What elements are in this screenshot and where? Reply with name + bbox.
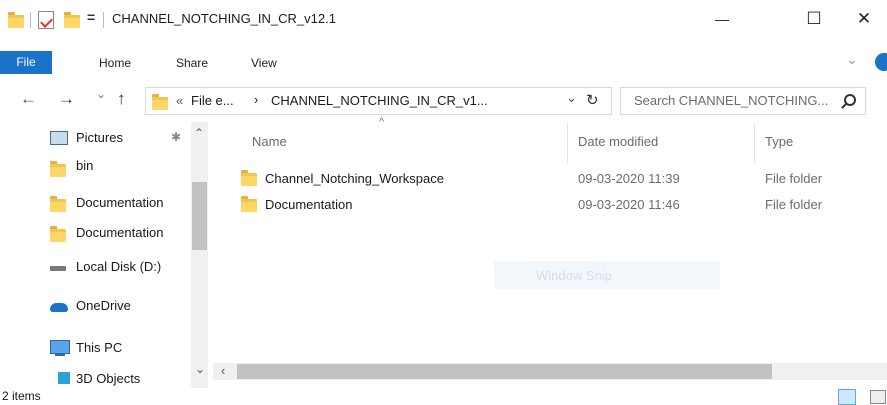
address-dropdown-icon[interactable]: ⌄: [566, 90, 577, 106]
nav-scrollbar[interactable]: ⌃ ⌄: [191, 122, 208, 390]
horizontal-scrollbar-thumb[interactable]: [237, 364, 772, 379]
nav-item-label: bin: [76, 158, 94, 173]
pc-icon: [50, 340, 70, 354]
nav-item-label: Documentation: [76, 195, 164, 210]
pictures-icon: [50, 131, 68, 145]
qat-divider: [30, 12, 31, 28]
maximize-button[interactable]: ☐: [791, 0, 837, 38]
nav-item-documentation-2[interactable]: Documentation: [0, 219, 190, 247]
row-date: 09-03-2020 11:39: [578, 171, 680, 186]
new-folder-icon[interactable]: [64, 12, 80, 28]
nav-item-label: OneDrive: [76, 298, 131, 313]
help-icon[interactable]: [875, 53, 887, 71]
ribbon-tabs: File Home Share View ⌄: [0, 50, 887, 76]
address-field[interactable]: « File e... › CHANNEL_NOTCHING_IN_CR_v1.…: [145, 87, 612, 115]
pin-icon[interactable]: ✱: [171, 130, 181, 144]
row-date: 09-03-2020 11:46: [578, 197, 680, 212]
search-icon-handle: [841, 103, 847, 109]
nav-item-label: Pictures: [76, 130, 123, 145]
path-overflow-icon[interactable]: «: [176, 93, 183, 108]
pc-stand: [55, 354, 65, 356]
column-header-name[interactable]: Name: [252, 134, 287, 149]
folder-icon: [241, 170, 257, 186]
breadcrumb-file-explorer[interactable]: File e...: [191, 93, 234, 108]
scroll-down-arrow[interactable]: ⌄: [195, 362, 205, 376]
nav-scrollbar-thumb[interactable]: [192, 182, 207, 250]
navigation-bar: ← → ⌄ ↑ « File e... › CHANNEL_NOTCHING_I…: [0, 84, 887, 116]
folder-icon: [50, 196, 66, 212]
window-snip-label: Window Snip: [536, 268, 612, 283]
nav-item-label: 3D Objects: [76, 371, 141, 386]
folder-icon: [50, 161, 66, 177]
item-count: 2 items: [2, 389, 41, 403]
window-folder-icon: [8, 12, 24, 28]
row-type: File folder: [765, 171, 823, 186]
navigation-pane: Pictures ✱ bin Documentation Documentati…: [0, 122, 212, 390]
nav-item-local-disk[interactable]: Local Disk (D:): [0, 252, 190, 280]
nav-item-bin[interactable]: bin: [0, 152, 190, 180]
row-type: File folder: [765, 197, 823, 212]
up-button[interactable]: ↑: [117, 89, 126, 109]
close-button[interactable]: ✕: [841, 0, 887, 38]
3d-objects-icon: [58, 372, 70, 384]
tab-share[interactable]: Share: [176, 53, 208, 74]
recent-locations-button[interactable]: ⌄: [96, 87, 106, 101]
column-header-type[interactable]: Type: [765, 134, 793, 149]
folder-icon: [241, 196, 257, 212]
row-name: Documentation: [265, 197, 353, 212]
properties-icon[interactable]: [38, 11, 54, 29]
nav-item-documentation[interactable]: Documentation: [0, 189, 190, 217]
column-header-date-modified[interactable]: Date modified: [578, 134, 658, 149]
forward-button[interactable]: →: [58, 89, 75, 109]
back-button[interactable]: ←: [20, 89, 37, 109]
search-input[interactable]: Search CHANNEL_NOTCHING...: [634, 93, 828, 108]
nav-item-label: Local Disk (D:): [76, 259, 162, 274]
nav-item-pictures[interactable]: Pictures ✱: [0, 122, 190, 152]
title-divider: [103, 12, 104, 28]
breadcrumb-separator[interactable]: ›: [254, 92, 258, 107]
row-name: Channel_Notching_Workspace: [265, 171, 444, 186]
table-row[interactable]: Channel_Notching_Workspace 09-03-2020 11…: [233, 166, 873, 190]
column-divider[interactable]: [567, 123, 568, 163]
large-icons-view-button[interactable]: [870, 390, 886, 404]
tab-home[interactable]: Home: [99, 53, 131, 74]
breadcrumb-current-folder[interactable]: CHANNEL_NOTCHING_IN_CR_v1...: [271, 93, 488, 108]
details-view-button[interactable]: [838, 389, 856, 405]
ribbon-expand-icon[interactable]: ⌄: [846, 51, 858, 68]
horizontal-scrollbar[interactable]: ‹: [213, 363, 887, 380]
address-folder-icon: [152, 94, 168, 110]
sort-arrow-icon: ^: [379, 116, 385, 128]
refresh-icon[interactable]: ↻: [586, 91, 599, 109]
nav-item-label: This PC: [76, 340, 123, 355]
qat-dropdown-icon[interactable]: =: [87, 9, 95, 25]
window-title: CHANNEL_NOTCHING_IN_CR_v12.1: [112, 11, 336, 26]
onedrive-icon: [50, 303, 68, 312]
tab-file[interactable]: File: [0, 51, 52, 74]
window-snip-overlay: Window Snip: [494, 261, 720, 289]
drive-icon: [50, 266, 66, 271]
tab-view[interactable]: View: [251, 53, 277, 74]
scroll-up-arrow[interactable]: ⌃: [194, 126, 204, 140]
nav-item-onedrive[interactable]: OneDrive: [0, 292, 190, 320]
status-bar: 2 items: [0, 388, 887, 405]
minimize-button[interactable]: —: [699, 0, 745, 38]
nav-item-3d-objects[interactable]: 3D Objects: [0, 366, 190, 390]
scroll-left-arrow[interactable]: ‹: [221, 363, 225, 378]
folder-icon: [50, 226, 66, 242]
nav-item-this-pc[interactable]: This PC: [0, 334, 190, 362]
file-list: ^ Name Date modified Type Channel_Notchi…: [213, 116, 887, 363]
title-bar: = CHANNEL_NOTCHING_IN_CR_v12.1 — ☐ ✕: [0, 0, 887, 38]
column-divider[interactable]: [754, 123, 755, 163]
nav-item-label: Documentation: [76, 225, 164, 240]
table-row[interactable]: Documentation 09-03-2020 11:46 File fold…: [233, 192, 873, 216]
search-box[interactable]: Search CHANNEL_NOTCHING...: [620, 87, 866, 115]
